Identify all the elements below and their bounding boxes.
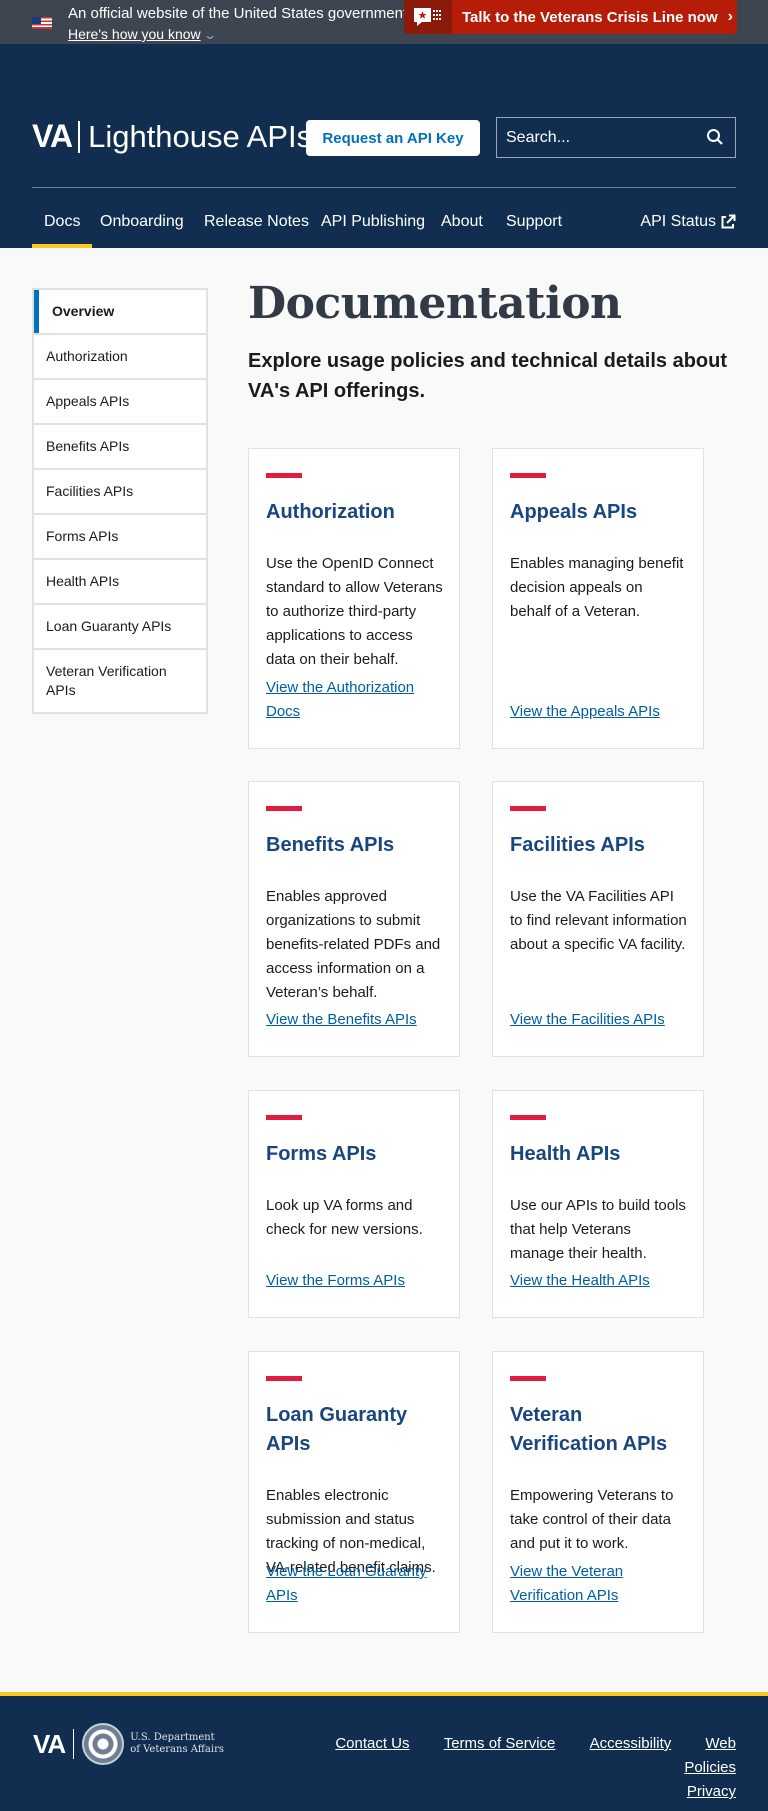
card-appeals-apis: Appeals APIs Enables managing benefit de…	[492, 448, 704, 749]
search-button[interactable]	[705, 128, 725, 148]
api-status-label: API Status	[640, 213, 716, 230]
official-gov-banner: An official website of the United States…	[0, 0, 768, 44]
us-flag-icon	[32, 17, 52, 29]
card-accent-bar	[510, 806, 546, 811]
card-accent-bar	[510, 1376, 546, 1381]
product-name: Lighthouse APIs	[88, 118, 313, 154]
card-link[interactable]: View the Loan Guaranty APIs	[266, 1560, 446, 1608]
site-header: VA Lighthouse APIs Request an API Key	[0, 44, 768, 196]
sidebar-item-overview[interactable]: Overview	[34, 290, 206, 333]
heres-how-you-know-link[interactable]: Here's how you know ⌄	[68, 25, 217, 44]
nav-onboarding[interactable]: Onboarding	[88, 196, 196, 248]
nav-about[interactable]: About	[429, 196, 495, 248]
page-lead: Explore usage policies and technical det…	[248, 350, 728, 402]
card-description: Empowering Veterans to take control of t…	[510, 1487, 674, 1552]
card-title: Veteran Verification APIs	[510, 1404, 668, 1455]
logo-divider	[78, 120, 81, 153]
footer-link-accessibility[interactable]: Accessibility	[590, 1735, 672, 1752]
site-footer: VA U.S. Department of Veterans Affairs C…	[0, 1696, 768, 1811]
search-box	[496, 117, 736, 158]
card-link[interactable]: View the Veteran Verification APIs	[510, 1560, 690, 1608]
sidebar-item-loan-guaranty-apis[interactable]: Loan Guaranty APIs	[34, 603, 206, 648]
card-title: Loan Guaranty APIs	[266, 1404, 408, 1455]
header-divider	[32, 187, 736, 188]
va-footer-logo[interactable]: VA U.S. Department of Veterans Affairs	[33, 1723, 224, 1765]
va-logo-text: VA	[32, 118, 73, 154]
va-lighthouse-logo[interactable]: VA Lighthouse APIs	[32, 118, 312, 155]
card-title: Appeals APIs	[510, 501, 638, 523]
main-content: Overview Authorization Appeals APIs Bene…	[0, 248, 768, 1692]
card-description: Use the OpenID Connect standard to allow…	[266, 555, 443, 668]
card-health-apis: Health APIs Use our APIs to build tools …	[492, 1090, 704, 1318]
card-link[interactable]: View the Health APIs	[510, 1269, 690, 1293]
chevron-right-icon: ›	[727, 8, 733, 25]
main-navigation: Docs Onboarding Release Notes API Publis…	[0, 196, 768, 248]
nav-release-notes[interactable]: Release Notes	[192, 196, 321, 248]
footer-link-privacy[interactable]: Privacy	[687, 1783, 736, 1800]
veterans-crisis-line-button[interactable]: Talk to the Veterans Crisis Line now ›	[404, 0, 737, 34]
card-title: Forms APIs	[266, 1143, 377, 1165]
footer-va-text: VA	[33, 1728, 66, 1759]
heres-how-you-know-label: Here's how you know	[68, 26, 201, 42]
search-input[interactable]	[497, 118, 697, 157]
card-link[interactable]: View the Benefits APIs	[266, 1008, 446, 1032]
request-api-key-button[interactable]: Request an API Key	[306, 120, 480, 156]
footer-link-contact-us[interactable]: Contact Us	[335, 1735, 409, 1752]
card-benefits-apis: Benefits APIs Enables approved organizat…	[248, 781, 460, 1057]
card-title: Facilities APIs	[510, 834, 645, 856]
official-website-text: An official website of the United States…	[68, 5, 412, 22]
search-icon	[707, 129, 723, 145]
sidebar-item-appeals-apis[interactable]: Appeals APIs	[34, 378, 206, 423]
sidebar-item-authorization[interactable]: Authorization	[34, 333, 206, 378]
sidebar-item-facilities-apis[interactable]: Facilities APIs	[34, 468, 206, 513]
sidebar-item-forms-apis[interactable]: Forms APIs	[34, 513, 206, 558]
footer-link-terms-of-service[interactable]: Terms of Service	[444, 1735, 556, 1752]
card-title: Authorization	[266, 501, 395, 523]
chevron-down-icon: ⌄	[202, 28, 217, 42]
card-link[interactable]: View the Facilities APIs	[510, 1008, 690, 1032]
footer-links: Contact Us Terms of Service Accessibilit…	[286, 1732, 736, 1804]
nav-api-publishing[interactable]: API Publishing	[309, 196, 437, 248]
card-link[interactable]: View the Forms APIs	[266, 1269, 446, 1293]
card-accent-bar	[266, 1115, 302, 1120]
card-description: Look up VA forms and check for new versi…	[266, 1197, 423, 1238]
footer-logo-divider	[73, 1729, 75, 1759]
card-veteran-verification-apis: Veteran Verification APIs Empowering Vet…	[492, 1351, 704, 1633]
sidebar-item-veteran-verification-apis[interactable]: Veteran Verification APIs	[34, 648, 206, 712]
crisis-line-icon	[404, 0, 452, 34]
crisis-line-label: Talk to the Veterans Crisis Line now	[462, 8, 718, 26]
card-accent-bar	[266, 806, 302, 811]
sidebar-item-health-apis[interactable]: Health APIs	[34, 558, 206, 603]
va-seal-icon	[82, 1723, 125, 1765]
card-authorization: Authorization Use the OpenID Connect sta…	[248, 448, 460, 749]
card-accent-bar	[266, 1376, 302, 1381]
nav-support[interactable]: Support	[494, 196, 574, 248]
sidebar-item-benefits-apis[interactable]: Benefits APIs	[34, 423, 206, 468]
card-accent-bar	[266, 473, 302, 478]
page-title: Documentation	[248, 278, 622, 329]
card-title: Health APIs	[510, 1143, 621, 1165]
card-accent-bar	[510, 473, 546, 478]
card-description: Use the VA Facilities API to find releva…	[510, 888, 687, 953]
api-status-link[interactable]: API Status	[640, 196, 736, 248]
department-line-1: U.S. Department	[130, 1732, 215, 1743]
card-description: Enables managing benefit decision appeal…	[510, 555, 684, 620]
card-description: Use our APIs to build tools that help Ve…	[510, 1197, 686, 1262]
card-facilities-apis: Facilities APIs Use the VA Facilities AP…	[492, 781, 704, 1057]
card-title: Benefits APIs	[266, 834, 395, 856]
card-description: Enables approved organizations to submit…	[266, 888, 441, 1001]
department-name: U.S. Department of Veterans Affairs	[130, 1732, 224, 1756]
docs-sidebar: Overview Authorization Appeals APIs Bene…	[32, 288, 208, 714]
nav-docs[interactable]: Docs	[32, 196, 93, 248]
external-link-icon	[721, 214, 736, 229]
card-accent-bar	[510, 1115, 546, 1120]
card-link[interactable]: View the Authorization Docs	[266, 676, 446, 724]
card-forms-apis: Forms APIs Look up VA forms and check fo…	[248, 1090, 460, 1318]
card-loan-guaranty-apis: Loan Guaranty APIs Enables electronic su…	[248, 1351, 460, 1633]
department-line-2: of Veterans Affairs	[130, 1744, 224, 1755]
card-link[interactable]: View the Appeals APIs	[510, 700, 690, 724]
